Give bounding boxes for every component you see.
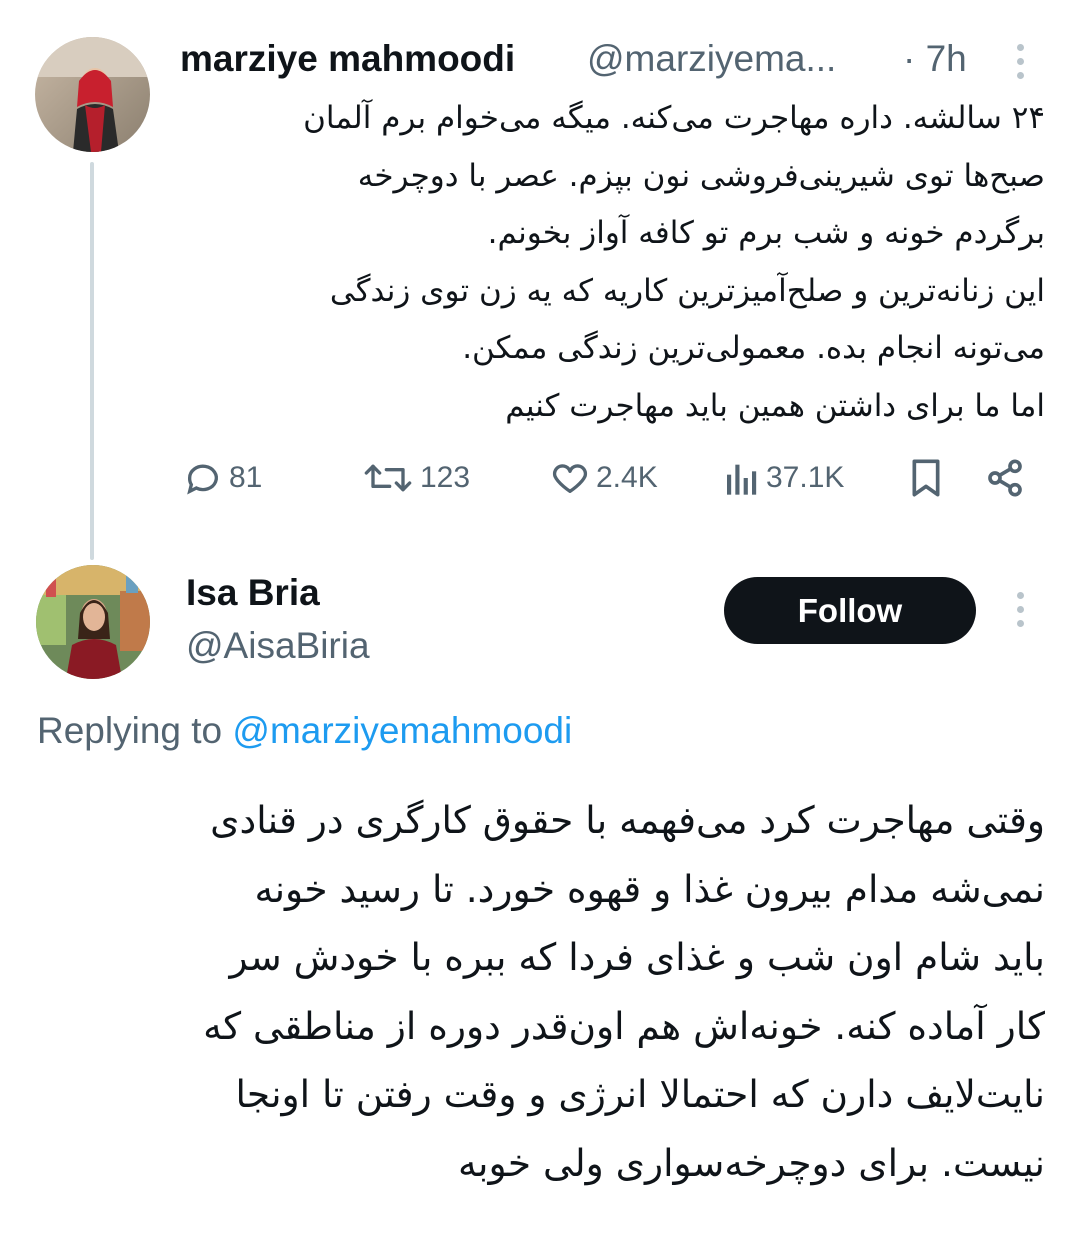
- reply-text-line: باید شام اون شب و غذای فردا که ببره با خ…: [229, 935, 1045, 979]
- reply-icon: [187, 464, 218, 495]
- parent-text-line: این زنانه‌ترین و صلح‌آمیزترین کاریه که ی…: [329, 272, 1045, 309]
- parent-text-line: ۲۴ سالشه. داره مهاجرت می‌کنه. میگه می‌خو…: [303, 100, 1045, 136]
- repost-count: 123: [420, 461, 471, 494]
- reply-author-avatar[interactable]: [36, 565, 150, 679]
- bookmark-icon[interactable]: [908, 458, 944, 502]
- replying-to-line: Replying to @marziyemahmoodi: [37, 710, 572, 752]
- parent-text-line: می‌تونه انجام بده. معمولی‌ترین زندگی ممک…: [462, 330, 1045, 366]
- reply-text-line: نیست. برای دوچرخه‌سواری ولی خوبه: [457, 1140, 1045, 1185]
- replying-to-prefix: Replying to: [37, 710, 233, 751]
- share-icon[interactable]: [985, 458, 1025, 502]
- views-icon: [727, 464, 757, 495]
- heart-icon: [552, 464, 588, 493]
- parent-author-handle[interactable]: @marziyema...: [587, 38, 836, 80]
- thread-connector-line: [90, 162, 94, 560]
- reply-text-line: نمی‌شه مدام بیرون غذا و قهوه خورد. تا رس…: [254, 866, 1045, 911]
- reply-action[interactable]: 81: [183, 458, 262, 498]
- repost-action[interactable]: 123: [362, 458, 470, 498]
- reply-text-line: کار آماده کنه. خونه‌اش هم اون‌قدر دوره ا…: [203, 1003, 1045, 1048]
- parent-more-options-icon[interactable]: [1014, 44, 1026, 79]
- reply-author-handle[interactable]: @AisaBiria: [186, 625, 370, 667]
- views-action[interactable]: 37.1K: [724, 458, 844, 498]
- reply-count: 81: [229, 461, 263, 494]
- parent-tweet-text: ۲۴ سالشه. داره مهاجرت می‌کنه. میگه می‌خو…: [195, 90, 1045, 435]
- like-count: 2.4K: [596, 461, 658, 494]
- parent-author-name[interactable]: marziye mahmoodi: [180, 38, 515, 80]
- reply-author-name[interactable]: Isa Bria: [186, 572, 320, 614]
- parent-text-line: صبح‌ها توی شیرینی‌فروشی نون بپزم. عصر با…: [357, 157, 1045, 194]
- follow-button[interactable]: Follow: [724, 577, 976, 644]
- parent-text-line: برگردم خونه و شب برم تو کافه آواز بخونم.: [487, 215, 1045, 251]
- replying-to-link[interactable]: @marziyemahmoodi: [232, 710, 572, 751]
- parent-timestamp[interactable]: · 7h: [903, 38, 967, 80]
- parent-text-line: اما ما برای داشتن همین باید مهاجرت کنیم: [505, 387, 1045, 424]
- like-action[interactable]: 2.4K: [550, 458, 658, 498]
- reply-tweet-text: وقتی مهاجرت کرد می‌فهمه با حقوق کارگری د…: [40, 786, 1045, 1197]
- reply-text-line: وقتی مهاجرت کرد می‌فهمه با حقوق کارگری د…: [210, 798, 1045, 842]
- reply-text-line: نایت‌لایف دارن که احتمالا انرژی و وقت رف…: [235, 1072, 1045, 1116]
- reply-more-options-icon[interactable]: [1014, 592, 1026, 627]
- repost-icon: [364, 464, 412, 492]
- views-count: 37.1K: [766, 461, 845, 494]
- parent-author-avatar[interactable]: [35, 37, 150, 152]
